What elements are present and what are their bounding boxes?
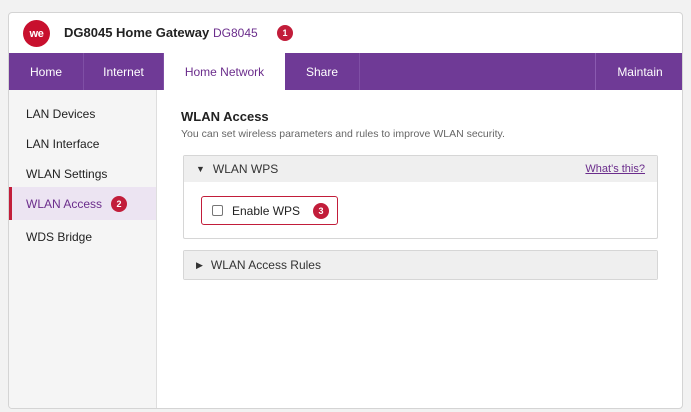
enable-wps-option: Enable WPS 3 [201, 196, 338, 225]
sidebar-item-label: WDS Bridge [26, 229, 93, 244]
whats-this-link[interactable]: What's this? [585, 163, 645, 175]
sidebar-item-lan-devices[interactable]: LAN Devices [9, 97, 156, 130]
sidebar-item-wlan-settings[interactable]: WLAN Settings [9, 157, 156, 190]
wlan-access-rules-panel-header[interactable]: ▶ WLAN Access Rules [184, 251, 657, 279]
step-badge-3: 3 [313, 202, 330, 219]
page-title: WLAN Access [181, 109, 269, 124]
app-title: DG8045 Home Gateway [64, 25, 210, 40]
app-header: we DG8045 Home Gateway DG8045 1 [9, 13, 682, 53]
tab-internet[interactable]: Internet [84, 53, 164, 90]
main-nav: Home Internet Home Network Share Maintai… [9, 53, 682, 90]
model-name: DG8045 [213, 26, 258, 40]
panel-title: WLAN WPS [212, 162, 279, 176]
sidebar: LAN Devices LAN Interface WLAN Settings … [9, 90, 157, 408]
tab-maintain[interactable]: Maintain [596, 53, 682, 90]
step-badge-1: 1 [277, 25, 293, 41]
sidebar-item-label: WLAN Access [26, 196, 103, 211]
we-logo: we [23, 20, 50, 47]
sidebar-item-label: LAN Devices [26, 106, 96, 121]
tab-home[interactable]: Home [9, 53, 84, 90]
page-subtitle: You can set wireless parameters and rule… [181, 128, 505, 140]
triangle-down-icon: ▼ [196, 164, 205, 174]
sidebar-item-label: WLAN Settings [26, 166, 108, 181]
wlan-access-rules-panel: ▶ WLAN Access Rules [183, 250, 658, 280]
step-badge-2: 2 [111, 195, 128, 212]
tab-share[interactable]: Share [285, 53, 360, 90]
sidebar-item-lan-interface[interactable]: LAN Interface [9, 127, 156, 160]
tab-home-network[interactable]: Home Network [164, 53, 285, 90]
sidebar-item-label: LAN Interface [26, 136, 100, 151]
panel-title: WLAN Access Rules [210, 258, 321, 272]
gateway-window: we DG8045 Home Gateway DG8045 1 Home Int… [8, 12, 683, 409]
enable-wps-label[interactable]: Enable WPS [232, 204, 300, 218]
triangle-right-icon: ▶ [196, 259, 203, 270]
logo-text: we [29, 27, 44, 40]
sidebar-item-wlan-access[interactable]: WLAN Access 2 [9, 187, 156, 220]
wlan-wps-panel: ▼ WLAN WPS What's this? Enable WPS 3 [183, 155, 658, 239]
enable-wps-checkbox[interactable] [212, 205, 223, 216]
sidebar-item-wds-bridge[interactable]: WDS Bridge [9, 220, 156, 253]
